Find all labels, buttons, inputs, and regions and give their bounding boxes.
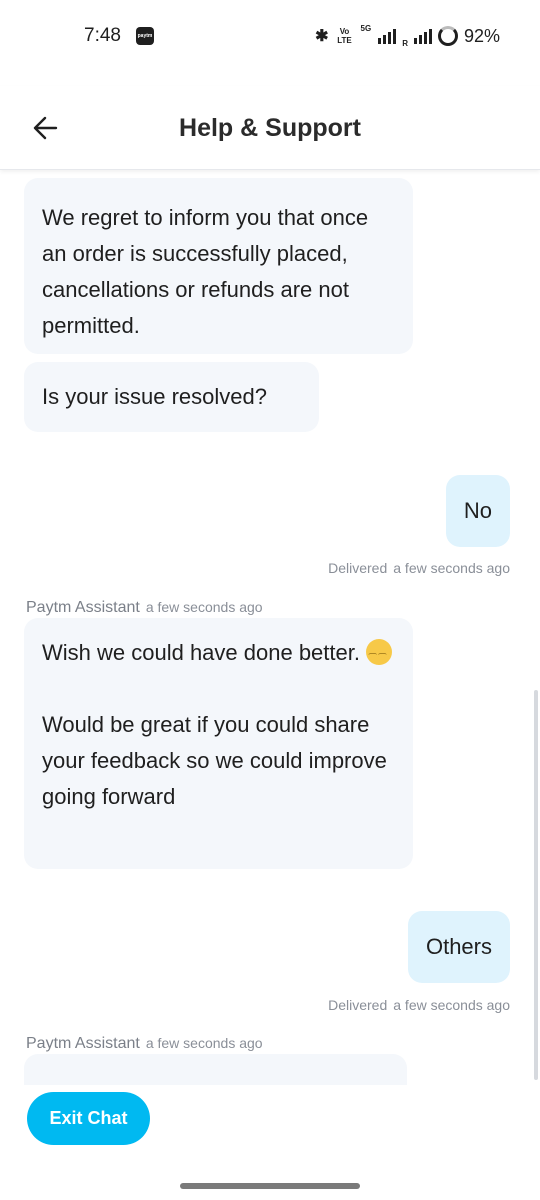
status-time: 7:48 bbox=[84, 25, 121, 46]
volte-top: Vo bbox=[339, 27, 350, 36]
battery-percent: 92% bbox=[463, 25, 500, 46]
delivery-status: Delivered bbox=[328, 560, 388, 576]
volte-bottom: LTE bbox=[337, 36, 352, 45]
screen: 7:48 paytm ✱ Vo LTE 5G R 92% Help & Suppo… bbox=[0, 0, 540, 1200]
message-text: Wish we could have done better. bbox=[42, 640, 360, 665]
scrollbar[interactable] bbox=[534, 690, 538, 1080]
volte-icon: Vo LTE bbox=[335, 27, 355, 45]
sender-name: Paytm Assistant bbox=[26, 1035, 140, 1052]
exit-chat-button[interactable]: Exit Chat bbox=[27, 1092, 150, 1145]
user-message: Others bbox=[407, 911, 510, 983]
message-meta: Delivered a few seconds ago bbox=[328, 997, 510, 1013]
battery-icon bbox=[437, 26, 458, 46]
header: Help & Support bbox=[0, 86, 540, 170]
roaming-indicator: R bbox=[402, 39, 408, 48]
assistant-message: Wish we could have done better. Would be… bbox=[24, 618, 413, 869]
message-time: a few seconds ago bbox=[145, 599, 263, 615]
message-meta: Delivered a few seconds ago bbox=[328, 560, 510, 576]
delivery-status: Delivered bbox=[328, 997, 388, 1013]
chat-thread[interactable]: We regret to inform you that once an ord… bbox=[0, 170, 540, 1085]
message-time: a few seconds ago bbox=[145, 1035, 263, 1051]
pensive-face-emoji-icon bbox=[366, 639, 393, 665]
sender-name: Paytm Assistant bbox=[26, 599, 140, 616]
page-title: Help & Support bbox=[179, 114, 361, 142]
message-time: a few seconds ago bbox=[393, 560, 510, 576]
signal-icon-sim1 bbox=[378, 28, 397, 44]
assistant-message-partial bbox=[24, 1054, 407, 1085]
network-type: 5G bbox=[360, 24, 372, 33]
sender-meta: Paytm Assistant a few seconds ago bbox=[26, 599, 263, 617]
sender-meta: Paytm Assistant a few seconds ago bbox=[26, 1035, 263, 1053]
message-time: a few seconds ago bbox=[393, 997, 510, 1013]
message-line: Wish we could have done better. bbox=[42, 635, 395, 671]
status-bar: 7:48 paytm ✱ Vo LTE 5G R 92% bbox=[0, 0, 540, 72]
home-indicator[interactable] bbox=[180, 1183, 360, 1189]
assistant-message: Is your issue resolved? bbox=[24, 362, 319, 432]
message-text: Would be great if you could share your f… bbox=[42, 712, 387, 809]
paytm-notification-icon: paytm bbox=[136, 27, 154, 45]
status-icons: ✱ Vo LTE 5G R 92% bbox=[315, 24, 500, 48]
assistant-message: We regret to inform you that once an ord… bbox=[24, 178, 413, 354]
footer: Exit Chat bbox=[0, 1085, 540, 1200]
user-message: No bbox=[445, 475, 510, 547]
bluetooth-icon: ✱ bbox=[315, 28, 329, 45]
signal-icon-sim2 bbox=[413, 28, 432, 44]
